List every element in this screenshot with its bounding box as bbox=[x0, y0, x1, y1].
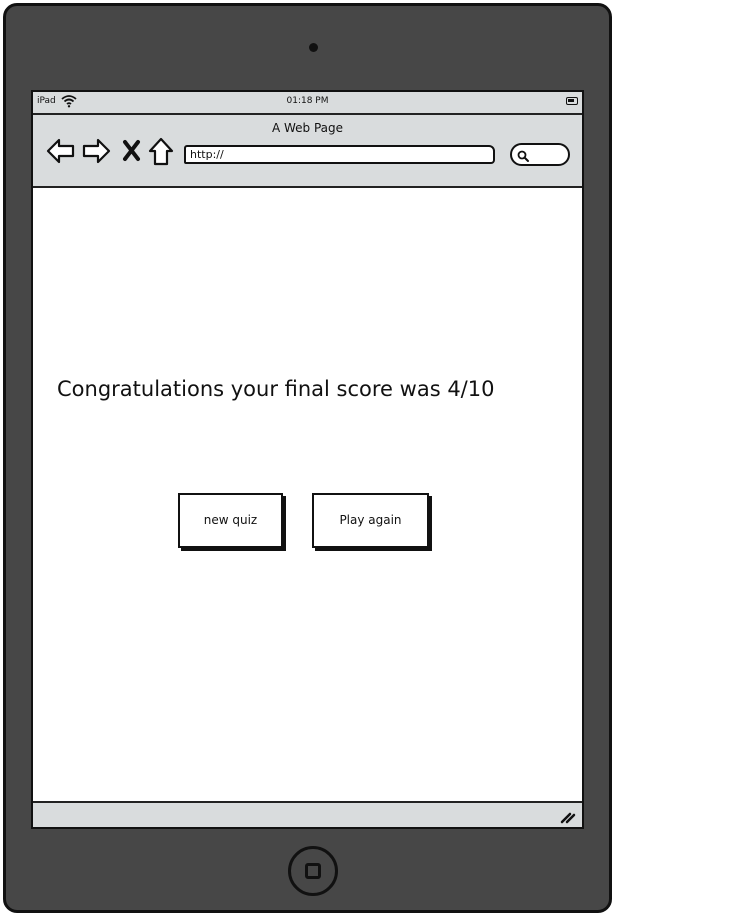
url-field[interactable]: http:// bbox=[184, 145, 495, 164]
back-arrow-icon[interactable] bbox=[46, 137, 76, 169]
camera-dot bbox=[309, 43, 318, 52]
search-icon bbox=[516, 148, 530, 167]
play-again-button[interactable]: Play again bbox=[312, 493, 429, 548]
final-score-message: Congratulations your final score was 4/1… bbox=[57, 377, 495, 401]
home-button-icon bbox=[305, 863, 321, 879]
home-button[interactable] bbox=[288, 846, 338, 896]
forward-arrow-icon[interactable] bbox=[81, 137, 111, 169]
screen: iPad 01:18 PM A Web Page http:// Congrat… bbox=[31, 90, 584, 829]
page-title: A Web Page bbox=[271, 121, 344, 135]
home-icon[interactable] bbox=[148, 137, 174, 171]
close-icon[interactable] bbox=[121, 137, 143, 169]
stage: iPad 01:18 PM A Web Page http:// Congrat… bbox=[0, 0, 729, 916]
browser-toolbar: A Web Page http:// bbox=[33, 115, 582, 188]
battery-icon bbox=[566, 97, 578, 105]
bottom-toolbar bbox=[33, 801, 582, 827]
new-quiz-button[interactable]: new quiz bbox=[178, 493, 283, 548]
status-bar: iPad 01:18 PM bbox=[33, 92, 582, 115]
search-field[interactable] bbox=[510, 143, 570, 166]
resize-grip-icon[interactable] bbox=[560, 809, 576, 827]
clock: 01:18 PM bbox=[286, 96, 329, 106]
